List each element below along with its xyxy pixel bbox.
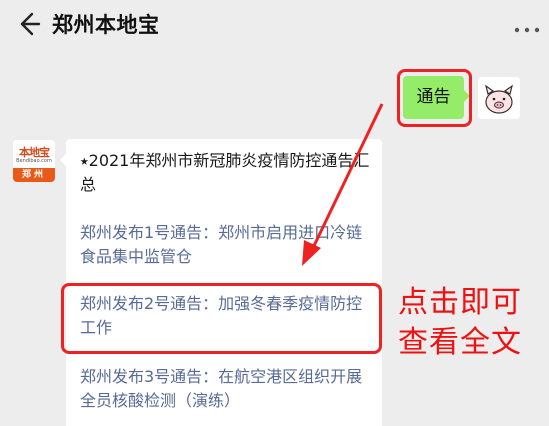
top-bar: 郑州本地宝 — [0, 0, 549, 48]
bot-logo-site: Bendibao.com — [16, 158, 52, 164]
annotation-arrow-icon — [302, 103, 384, 266]
user-bubble-highlight-box — [397, 69, 472, 127]
bot-avatar[interactable]: 本地宝 Bendibao.com 郑州 — [13, 140, 55, 182]
notice-link-3[interactable]: 郑州发布3号通告：在航空港区组织开展全员核酸检测（演练） — [80, 365, 370, 413]
annotation-text-line2: 查看全文 — [398, 325, 522, 360]
bot-bubble-tail — [60, 154, 66, 166]
user-avatar[interactable] — [478, 77, 520, 119]
more-dots-icon[interactable] — [513, 26, 541, 34]
annotation-text-line1: 点击即可 — [398, 285, 522, 320]
notice-link-2-highlight-box — [61, 283, 382, 354]
back-arrow-icon[interactable] — [14, 10, 42, 38]
pig-avatar-icon — [478, 77, 520, 119]
page-title: 郑州本地宝 — [52, 13, 160, 37]
bot-logo-city: 郑州 — [13, 168, 55, 182]
